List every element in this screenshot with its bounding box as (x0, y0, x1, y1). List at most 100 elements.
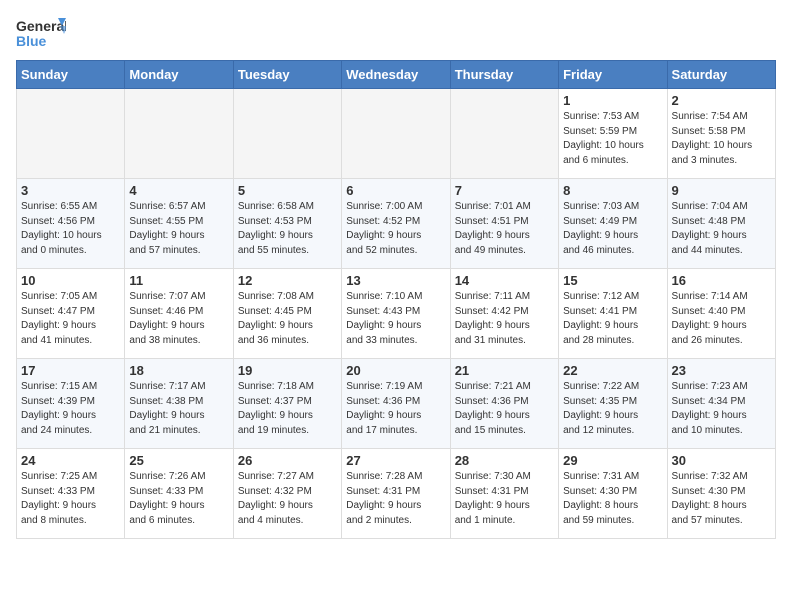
calendar-cell: 26 Sunrise: 7:27 AM Sunset: 4:32 PM Dayli… (233, 449, 341, 539)
weekday-header-thursday: Thursday (450, 61, 558, 89)
day-info: Sunrise: 7:15 AM Sunset: 4:39 PM Dayligh… (21, 380, 120, 438)
logo-svg: General Blue (16, 16, 66, 52)
day-number: 12 (238, 273, 337, 288)
calendar-cell: 23 Sunrise: 7:23 AM Sunset: 4:34 PM Dayli… (667, 359, 775, 449)
calendar-cell: 18 Sunrise: 7:17 AM Sunset: 4:38 PM Dayli… (125, 359, 233, 449)
calendar-cell: 27 Sunrise: 7:28 AM Sunset: 4:31 PM Dayli… (342, 449, 450, 539)
logo: General Blue (16, 16, 66, 52)
calendar-cell: 5 Sunrise: 6:58 AM Sunset: 4:53 PM Daylig… (233, 179, 341, 269)
day-info: Sunrise: 7:32 AM Sunset: 4:30 PM Dayligh… (672, 470, 771, 528)
day-number: 13 (346, 273, 445, 288)
day-number: 18 (129, 363, 228, 378)
svg-text:General: General (16, 18, 66, 34)
calendar-cell: 4 Sunrise: 6:57 AM Sunset: 4:55 PM Daylig… (125, 179, 233, 269)
day-info: Sunrise: 7:10 AM Sunset: 4:43 PM Dayligh… (346, 290, 445, 348)
calendar-cell: 6 Sunrise: 7:00 AM Sunset: 4:52 PM Daylig… (342, 179, 450, 269)
calendar-cell: 25 Sunrise: 7:26 AM Sunset: 4:33 PM Dayli… (125, 449, 233, 539)
calendar-cell: 9 Sunrise: 7:04 AM Sunset: 4:48 PM Daylig… (667, 179, 775, 269)
calendar-cell: 7Sunrise: 7:01 AM Sunset: 4:51 PM Daylig… (450, 179, 558, 269)
day-number: 29 (563, 453, 662, 468)
day-number: 23 (672, 363, 771, 378)
calendar-cell: 10Sunrise: 7:05 AM Sunset: 4:47 PM Dayli… (17, 269, 125, 359)
calendar-week-row: 1Sunrise: 7:53 AM Sunset: 5:59 PM Daylig… (17, 89, 776, 179)
day-info: Sunrise: 7:53 AM Sunset: 5:59 PM Dayligh… (563, 110, 662, 168)
day-info: Sunrise: 7:25 AM Sunset: 4:33 PM Dayligh… (21, 470, 120, 528)
day-number: 26 (238, 453, 337, 468)
day-info: Sunrise: 6:55 AM Sunset: 4:56 PM Dayligh… (21, 200, 120, 258)
day-number: 16 (672, 273, 771, 288)
calendar-cell (125, 89, 233, 179)
calendar-cell: 17 Sunrise: 7:15 AM Sunset: 4:39 PM Dayli… (17, 359, 125, 449)
day-info: Sunrise: 7:18 AM Sunset: 4:37 PM Dayligh… (238, 380, 337, 438)
day-number: 9 (672, 183, 771, 198)
day-info: Sunrise: 7:27 AM Sunset: 4:32 PM Dayligh… (238, 470, 337, 528)
calendar-cell (17, 89, 125, 179)
day-number: 15 (563, 273, 662, 288)
calendar-cell: 15 Sunrise: 7:12 AM Sunset: 4:41 PM Dayli… (559, 269, 667, 359)
calendar-cell: 11Sunrise: 7:07 AM Sunset: 4:46 PM Dayli… (125, 269, 233, 359)
day-info: Sunrise: 7:21 AM Sunset: 4:36 PM Dayligh… (455, 380, 554, 438)
weekday-header-sunday: Sunday (17, 61, 125, 89)
calendar-cell: 22 Sunrise: 7:22 AM Sunset: 4:35 PM Dayli… (559, 359, 667, 449)
day-number: 11 (129, 273, 228, 288)
svg-text:Blue: Blue (16, 33, 47, 49)
calendar-cell (342, 89, 450, 179)
day-number: 24 (21, 453, 120, 468)
day-number: 3 (21, 183, 120, 198)
day-info: Sunrise: 7:00 AM Sunset: 4:52 PM Dayligh… (346, 200, 445, 258)
day-number: 5 (238, 183, 337, 198)
day-info: Sunrise: 7:03 AM Sunset: 4:49 PM Dayligh… (563, 200, 662, 258)
day-info: Sunrise: 7:30 AM Sunset: 4:31 PM Dayligh… (455, 470, 554, 528)
day-info: Sunrise: 7:14 AM Sunset: 4:40 PM Dayligh… (672, 290, 771, 348)
day-number: 6 (346, 183, 445, 198)
day-number: 7 (455, 183, 554, 198)
calendar-cell: 8 Sunrise: 7:03 AM Sunset: 4:49 PM Daylig… (559, 179, 667, 269)
weekday-header-saturday: Saturday (667, 61, 775, 89)
day-number: 22 (563, 363, 662, 378)
day-number: 20 (346, 363, 445, 378)
day-info: Sunrise: 6:58 AM Sunset: 4:53 PM Dayligh… (238, 200, 337, 258)
calendar-cell: 28Sunrise: 7:30 AM Sunset: 4:31 PM Dayli… (450, 449, 558, 539)
day-number: 4 (129, 183, 228, 198)
day-number: 8 (563, 183, 662, 198)
day-number: 30 (672, 453, 771, 468)
day-info: Sunrise: 7:12 AM Sunset: 4:41 PM Dayligh… (563, 290, 662, 348)
day-info: Sunrise: 7:17 AM Sunset: 4:38 PM Dayligh… (129, 380, 228, 438)
day-info: Sunrise: 7:19 AM Sunset: 4:36 PM Dayligh… (346, 380, 445, 438)
calendar: SundayMondayTuesdayWednesdayThursdayFrid… (16, 60, 776, 539)
day-number: 25 (129, 453, 228, 468)
day-number: 19 (238, 363, 337, 378)
day-info: Sunrise: 7:54 AM Sunset: 5:58 PM Dayligh… (672, 110, 771, 168)
calendar-week-row: 10Sunrise: 7:05 AM Sunset: 4:47 PM Dayli… (17, 269, 776, 359)
day-number: 27 (346, 453, 445, 468)
day-info: Sunrise: 7:08 AM Sunset: 4:45 PM Dayligh… (238, 290, 337, 348)
calendar-cell: 24 Sunrise: 7:25 AM Sunset: 4:33 PM Dayli… (17, 449, 125, 539)
weekday-header-row: SundayMondayTuesdayWednesdayThursdayFrid… (17, 61, 776, 89)
calendar-cell: 2Sunrise: 7:54 AM Sunset: 5:58 PM Daylig… (667, 89, 775, 179)
calendar-cell: 19 Sunrise: 7:18 AM Sunset: 4:37 PM Dayli… (233, 359, 341, 449)
calendar-cell: 3 Sunrise: 6:55 AM Sunset: 4:56 PM Daylig… (17, 179, 125, 269)
weekday-header-wednesday: Wednesday (342, 61, 450, 89)
calendar-cell: 21 Sunrise: 7:21 AM Sunset: 4:36 PM Dayli… (450, 359, 558, 449)
day-info: Sunrise: 7:22 AM Sunset: 4:35 PM Dayligh… (563, 380, 662, 438)
weekday-header-monday: Monday (125, 61, 233, 89)
calendar-cell (450, 89, 558, 179)
day-info: Sunrise: 7:28 AM Sunset: 4:31 PM Dayligh… (346, 470, 445, 528)
calendar-cell: 12 Sunrise: 7:08 AM Sunset: 4:45 PM Dayli… (233, 269, 341, 359)
calendar-cell: 1Sunrise: 7:53 AM Sunset: 5:59 PM Daylig… (559, 89, 667, 179)
calendar-cell: 30 Sunrise: 7:32 AM Sunset: 4:30 PM Dayli… (667, 449, 775, 539)
weekday-header-tuesday: Tuesday (233, 61, 341, 89)
day-number: 10 (21, 273, 120, 288)
day-info: Sunrise: 6:57 AM Sunset: 4:55 PM Dayligh… (129, 200, 228, 258)
day-number: 21 (455, 363, 554, 378)
day-number: 14 (455, 273, 554, 288)
day-number: 17 (21, 363, 120, 378)
day-info: Sunrise: 7:31 AM Sunset: 4:30 PM Dayligh… (563, 470, 662, 528)
calendar-cell: 13 Sunrise: 7:10 AM Sunset: 4:43 PM Dayli… (342, 269, 450, 359)
day-info: Sunrise: 7:04 AM Sunset: 4:48 PM Dayligh… (672, 200, 771, 258)
weekday-header-friday: Friday (559, 61, 667, 89)
day-info: Sunrise: 7:26 AM Sunset: 4:33 PM Dayligh… (129, 470, 228, 528)
calendar-week-row: 24 Sunrise: 7:25 AM Sunset: 4:33 PM Dayli… (17, 449, 776, 539)
calendar-cell: 16 Sunrise: 7:14 AM Sunset: 4:40 PM Dayli… (667, 269, 775, 359)
day-info: Sunrise: 7:23 AM Sunset: 4:34 PM Dayligh… (672, 380, 771, 438)
